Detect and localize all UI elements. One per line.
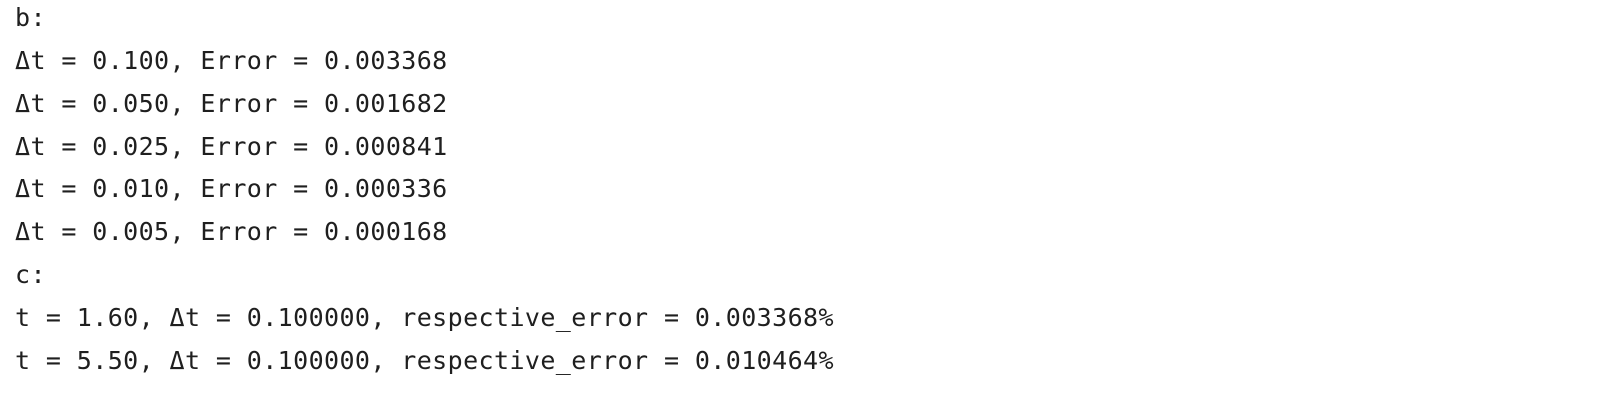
output-line: Δt = 0.005, Error = 0.000168 [15,217,448,246]
section-header-b: b: [15,3,46,32]
console-output: b: Δt = 0.100, Error = 0.003368 Δt = 0.0… [0,0,1616,416]
output-line: Δt = 0.100, Error = 0.003368 [15,46,448,75]
output-line: Δt = 0.010, Error = 0.000336 [15,174,448,203]
section-header-c: c: [15,260,46,289]
output-line: Δt = 0.025, Error = 0.000841 [15,132,448,161]
output-line: t = 1.60, Δt = 0.100000, respective_erro… [15,303,834,332]
output-line: t = 5.50, Δt = 0.100000, respective_erro… [15,346,834,375]
output-line: Δt = 0.050, Error = 0.001682 [15,89,448,118]
